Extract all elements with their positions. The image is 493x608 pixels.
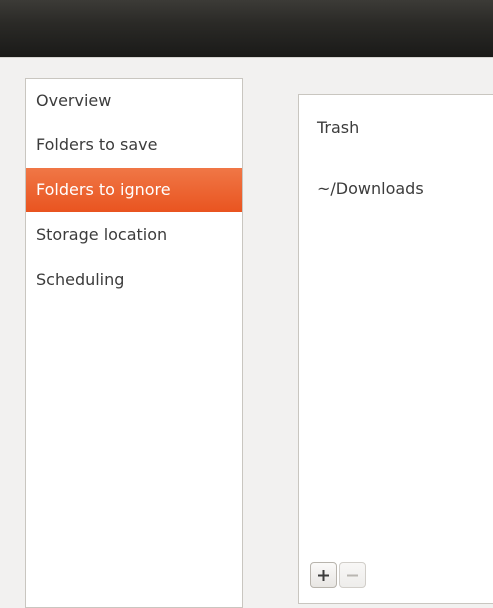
add-folder-button[interactable] [310, 562, 337, 588]
sidebar-item-scheduling[interactable]: Scheduling [26, 258, 242, 302]
sidebar-item-label: Folders to save [36, 135, 158, 154]
sidebar-item-folders-to-save[interactable]: Folders to save [26, 123, 242, 167]
remove-folder-button[interactable] [339, 562, 366, 588]
window-titlebar[interactable] [0, 0, 493, 58]
sidebar-item-overview[interactable]: Overview [26, 79, 242, 123]
window-body: Overview Folders to save Folders to igno… [0, 58, 493, 608]
plus-icon [317, 569, 330, 582]
list-item-trash[interactable]: Trash [317, 118, 359, 137]
ignore-folders-list: Trash ~/Downloads [298, 94, 493, 604]
list-item-label: ~/Downloads [317, 179, 424, 198]
list-item-label: Trash [317, 118, 360, 137]
sidebar-item-folders-to-ignore[interactable]: Folders to ignore [26, 168, 242, 212]
sidebar-item-label: Scheduling [36, 270, 125, 289]
list-toolbar [298, 556, 493, 588]
sidebar-item-label: Storage location [36, 225, 168, 244]
minus-icon [346, 569, 359, 582]
sidebar-item-label: Folders to ignore [36, 180, 171, 199]
sidebar-list: Overview Folders to save Folders to igno… [25, 78, 243, 608]
list-item-downloads[interactable]: ~/Downloads [317, 179, 424, 198]
sidebar-item-label: Overview [36, 91, 112, 110]
sidebar-item-storage-location[interactable]: Storage location [26, 213, 242, 257]
